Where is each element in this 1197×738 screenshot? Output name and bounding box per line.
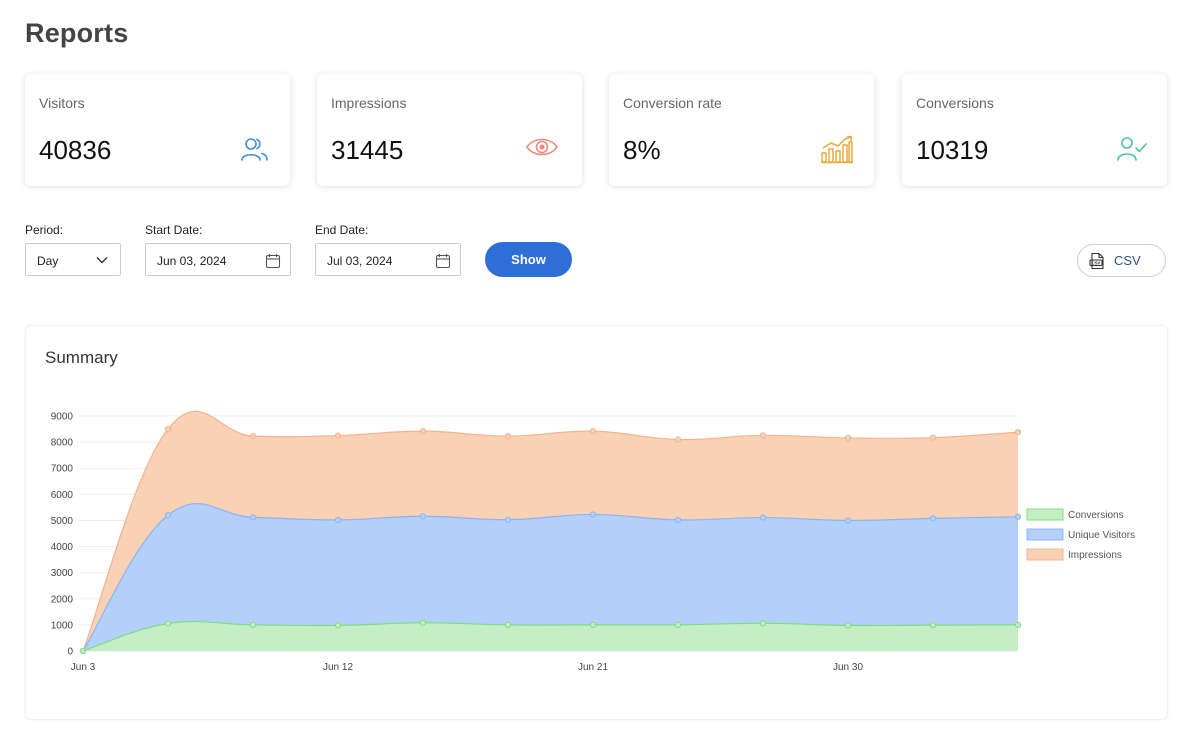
unique-visitors-point (334, 516, 342, 524)
conversions-point (504, 621, 512, 628)
calendar-icon[interactable] (435, 253, 451, 269)
conversions-point (589, 621, 597, 628)
legend-label: Conversions (1068, 510, 1124, 521)
svg-text:CSV: CSV (1092, 260, 1101, 265)
unique-visitors-point (844, 517, 852, 524)
y-tick-label: 5000 (51, 516, 74, 527)
stat-label: Conversion rate (623, 95, 722, 111)
stat-label: Impressions (331, 95, 407, 111)
impressions-point (164, 425, 172, 433)
y-tick-label: 6000 (51, 490, 74, 501)
start-date-field[interactable]: Jun 03, 2024 (145, 243, 291, 276)
stat-value: 10319 (916, 135, 989, 165)
unique-visitors-point (419, 513, 427, 520)
csv-export-button[interactable]: CSV CSV (1077, 244, 1166, 277)
y-tick-label: 1000 (51, 620, 74, 631)
stat-value: 31445 (331, 135, 404, 165)
csv-file-icon: CSV (1089, 252, 1104, 270)
x-tick-label: Jun 12 (323, 662, 353, 673)
end-date-value: Jul 03, 2024 (327, 254, 393, 268)
page-title: Reports (25, 18, 129, 48)
show-button[interactable]: Show (485, 242, 572, 277)
y-tick-label: 0 (67, 647, 73, 658)
eye-icon (526, 138, 558, 156)
reports-page: Reports Visitors 40836 Impressions 31445… (0, 0, 1197, 738)
impressions-point (334, 432, 342, 439)
conversions-point (249, 621, 257, 628)
stat-card-visitors: Visitors 40836 (25, 74, 290, 186)
impressions-point (759, 432, 767, 439)
start-date-value: Jun 03, 2024 (157, 254, 227, 268)
conversions-point (759, 620, 767, 627)
impressions-point (504, 433, 512, 440)
impressions-point (929, 434, 937, 441)
x-tick-label: Jun 3 (71, 662, 96, 673)
conversions-point (79, 647, 87, 655)
legend-swatch (1026, 508, 1064, 521)
impressions-point (249, 433, 257, 440)
y-tick-label: 2000 (51, 594, 74, 605)
conversions-point (674, 621, 682, 628)
calendar-icon[interactable] (265, 253, 281, 269)
impressions-point (674, 436, 682, 443)
chevron-down-icon (96, 257, 108, 264)
period-label: Period: (25, 223, 64, 237)
unique-visitors-point (249, 514, 257, 521)
stat-card-conversions: Conversions 10319 (902, 74, 1167, 186)
summary-card: Summary 0 1000 2000 3000 4000 5000 6000 7000 800… (25, 325, 1168, 720)
summary-area-chart: 0 1000 2000 3000 4000 5000 6000 7000 8000 9000 Jun… (51, 410, 1135, 673)
stat-card-conversion-rate: Conversion rate 8% (609, 74, 874, 186)
user-check-icon (1117, 137, 1147, 161)
start-date-label: Start Date: (145, 223, 203, 237)
impressions-point (419, 428, 427, 435)
y-tick-label: 7000 (51, 464, 74, 475)
unique-visitors-point (589, 511, 597, 518)
csv-label: CSV (1114, 253, 1141, 268)
impressions-point (589, 428, 597, 435)
conversions-point (334, 622, 342, 629)
users-icon (241, 138, 268, 161)
unique-visitors-point (674, 516, 682, 524)
impressions-point (1014, 429, 1022, 436)
x-tick-label: Jun 30 (833, 662, 863, 673)
legend-label: Unique Visitors (1068, 530, 1135, 541)
unique-visitors-point (759, 514, 767, 521)
period-value: Day (37, 254, 59, 268)
legend-swatch (1026, 528, 1064, 541)
conversions-point (929, 622, 937, 629)
y-tick-label: 3000 (51, 568, 74, 579)
x-tick-label: Jun 21 (578, 662, 608, 673)
bar-chart-icon (821, 135, 853, 164)
y-tick-label: 4000 (51, 542, 74, 553)
period-select[interactable]: Day (25, 243, 121, 276)
legend-swatch (1026, 548, 1064, 561)
unique-visitors-point (1014, 513, 1022, 520)
stat-label: Visitors (39, 95, 85, 111)
conversions-point (844, 622, 852, 629)
stat-value: 40836 (39, 135, 112, 165)
stat-card-impressions: Impressions 31445 (317, 74, 582, 186)
stat-label: Conversions (916, 95, 994, 111)
unique-visitors-point (164, 512, 172, 519)
conversions-point (164, 620, 172, 627)
legend-label: Impressions (1068, 550, 1122, 561)
unique-visitors-point (929, 515, 937, 522)
unique-visitors-point (504, 516, 512, 523)
conversions-point (419, 619, 427, 626)
y-tick-label: 9000 (51, 412, 74, 423)
end-date-label: End Date: (315, 223, 369, 237)
end-date-field[interactable]: Jul 03, 2024 (315, 243, 461, 276)
stat-value: 8% (623, 135, 661, 165)
y-tick-label: 8000 (51, 438, 74, 449)
impressions-point (844, 434, 852, 442)
conversions-point (1014, 621, 1022, 628)
